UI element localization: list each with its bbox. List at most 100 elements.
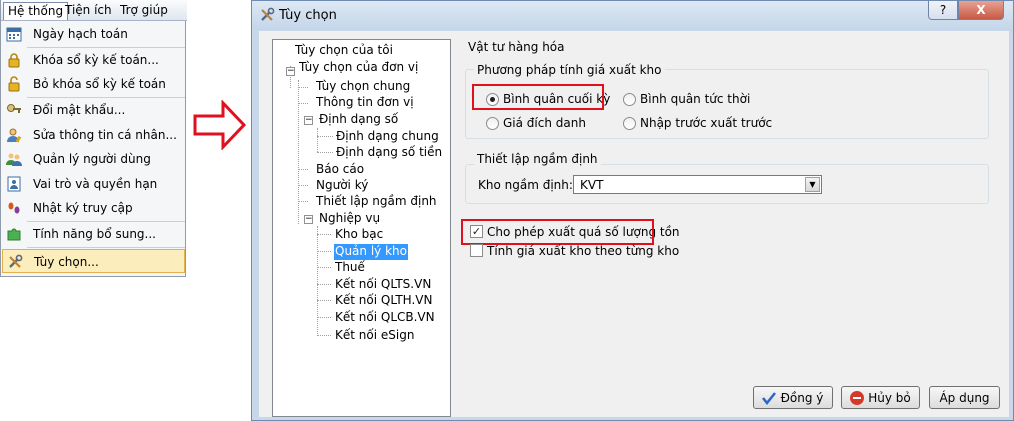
tree-node-unit-options[interactable]: Tùy chọn của đơn vị xyxy=(298,60,419,76)
menu-item-lock-period[interactable]: Khóa sổ kỳ kế toán... xyxy=(2,48,185,72)
tree-node-inventory[interactable]: Quản lý kho xyxy=(334,244,408,260)
radio-moving-average-label[interactable]: Bình quân tức thời xyxy=(640,92,750,106)
menu-tien-ich[interactable]: Tiện ích xyxy=(61,2,116,20)
close-button[interactable]: X xyxy=(958,1,1004,20)
tree-node-business[interactable]: Nghiệp vụ xyxy=(318,211,381,227)
puzzle-icon xyxy=(6,226,22,242)
tree-node-number-format[interactable]: Định dạng số xyxy=(318,112,399,128)
dialog-title: Tùy chọn xyxy=(279,8,337,23)
menu-item-access-log[interactable]: Nhật ký truy cập xyxy=(2,196,185,220)
unlock-icon xyxy=(6,76,22,92)
calendar-icon xyxy=(6,26,22,42)
radio-fifo[interactable] xyxy=(623,117,636,130)
apply-button[interactable]: Áp dụng xyxy=(929,386,1000,409)
tree-line xyxy=(317,284,331,285)
options-tree[interactable]: − − − Tùy chọn của tôi Tùy chọn của đơn … xyxy=(272,39,451,417)
tree-line xyxy=(298,80,299,224)
lock-icon xyxy=(6,52,22,68)
tree-line xyxy=(298,169,308,170)
tree-node-qlth[interactable]: Kết nối QLTH.VN xyxy=(334,293,434,309)
highlight-box xyxy=(472,84,604,110)
apply-button-label: Áp dụng xyxy=(939,390,990,405)
collapse-toggle-icon[interactable]: − xyxy=(304,215,313,224)
user-edit-icon xyxy=(6,127,22,143)
menu-item-addons[interactable]: Tính năng bổ sung... xyxy=(2,222,185,246)
menu-tro-giup[interactable]: Trợ giúp xyxy=(116,2,172,20)
per-warehouse-checkbox[interactable] xyxy=(470,244,483,257)
menu-item-unlock-period[interactable]: Bỏ khóa sổ kỳ kế toán xyxy=(2,72,185,96)
tree-node-treasury[interactable]: Kho bạc xyxy=(334,227,384,243)
menu-item-label: Quản lý người dùng xyxy=(33,152,151,166)
tree-line xyxy=(298,201,308,202)
options-dialog: Tùy chọn ? X − − − Tùy chọn của tôi Tùy … xyxy=(251,0,1014,421)
tree-node-my-options[interactable]: Tùy chọn của tôi xyxy=(294,43,394,59)
menu-item-roles[interactable]: Vai trò và quyền hạn xyxy=(2,172,185,196)
per-warehouse-label[interactable]: Tính giá xuất kho theo từng kho xyxy=(487,244,679,258)
radio-fifo-label[interactable]: Nhập trước xuất trước xyxy=(640,116,772,130)
highlight-box xyxy=(461,219,654,245)
tree-node-tax[interactable]: Thuế xyxy=(334,260,366,276)
tree-line xyxy=(317,234,331,235)
menu-item-label: Đổi mật khẩu... xyxy=(33,103,126,117)
tree-node-signer[interactable]: Người ký xyxy=(315,178,369,194)
tree-node-unit-info[interactable]: Thông tin đơn vị xyxy=(315,95,415,111)
menu-item-change-password[interactable]: Đổi mật khẩu... xyxy=(2,98,185,122)
cancel-button[interactable]: Hủy bỏ xyxy=(841,386,920,409)
radio-specific-identification[interactable] xyxy=(486,117,499,130)
tools-icon xyxy=(261,7,275,21)
tree-line xyxy=(317,152,333,153)
tree-line xyxy=(298,103,308,104)
help-button[interactable]: ? xyxy=(928,1,958,20)
menu-bar: Hệ thống Tiện ích Trợ giúp xyxy=(1,0,187,21)
menu-item-label: Nhật ký truy cập xyxy=(33,201,133,215)
role-icon xyxy=(6,176,22,192)
radio-moving-average[interactable] xyxy=(623,93,636,106)
defaults-group-title: Thiết lập ngầm định xyxy=(474,152,601,166)
radio-specific-identification-label[interactable]: Giá đích danh xyxy=(503,116,586,130)
tree-line xyxy=(317,300,331,301)
cancel-icon xyxy=(848,389,866,407)
tree-line xyxy=(317,335,331,336)
tree-line xyxy=(298,87,308,88)
menu-item-label: Sửa thông tin cá nhân... xyxy=(33,128,177,142)
menu-item-label: Ngày hạch toán xyxy=(33,27,128,41)
tree-line xyxy=(317,128,318,152)
cancel-button-label: Hủy bỏ xyxy=(868,390,911,405)
section-title: Vật tư hàng hóa xyxy=(468,40,565,54)
menu-item-label: Khóa sổ kỳ kế toán... xyxy=(33,53,159,67)
tree-node-money-format[interactable]: Định dạng số tiền xyxy=(335,145,443,161)
tree-node-qlts[interactable]: Kết nối QLTS.VN xyxy=(334,277,432,293)
footprint-icon xyxy=(6,200,22,216)
collapse-toggle-icon[interactable]: − xyxy=(286,67,295,76)
menu-separator xyxy=(27,247,185,248)
ok-button-label: Đồng ý xyxy=(780,390,824,405)
warehouse-value: KVT xyxy=(580,178,604,192)
tree-node-reports[interactable]: Báo cáo xyxy=(315,162,365,178)
menu-item-edit-profile[interactable]: Sửa thông tin cá nhân... xyxy=(2,123,185,147)
right-arrow-icon xyxy=(193,100,247,150)
menu-item-label: Vai trò và quyền hạn xyxy=(33,177,158,191)
menu-item-options[interactable]: Tùy chọn... xyxy=(2,249,185,273)
menu-item-label: Bỏ khóa sổ kỳ kế toán xyxy=(33,77,166,91)
tree-line xyxy=(317,317,331,318)
menu-item-manage-users[interactable]: Quản lý người dùng xyxy=(2,147,185,171)
menu-item-posting-date[interactable]: Ngày hạch toán xyxy=(2,22,185,46)
warehouse-combobox[interactable]: KVT ▼ xyxy=(573,175,822,194)
warehouse-label: Kho ngầm định: xyxy=(478,178,573,192)
dialog-titlebar[interactable]: Tùy chọn ? X xyxy=(252,1,1013,30)
chevron-down-icon[interactable]: ▼ xyxy=(805,177,820,192)
menu-item-label: Tính năng bổ sung... xyxy=(33,227,156,241)
tree-line xyxy=(317,226,318,336)
menu-item-label: Tùy chọn... xyxy=(34,255,99,269)
tree-node-general[interactable]: Tùy chọn chung xyxy=(315,79,411,95)
check-icon xyxy=(760,389,778,407)
menu-he-thong[interactable]: Hệ thống xyxy=(3,2,69,20)
tree-node-esign[interactable]: Kết nối eSign xyxy=(334,328,415,344)
tools-icon xyxy=(7,254,23,270)
cost-method-group-title: Phương pháp tính giá xuất kho xyxy=(474,63,665,77)
tree-node-qlcb[interactable]: Kết nối QLCB.VN xyxy=(334,310,436,326)
tree-node-defaults[interactable]: Thiết lập ngầm định xyxy=(315,194,438,210)
tree-node-general-format[interactable]: Định dạng chung xyxy=(335,129,440,145)
collapse-toggle-icon[interactable]: − xyxy=(304,116,313,125)
ok-button[interactable]: Đồng ý xyxy=(753,386,833,409)
